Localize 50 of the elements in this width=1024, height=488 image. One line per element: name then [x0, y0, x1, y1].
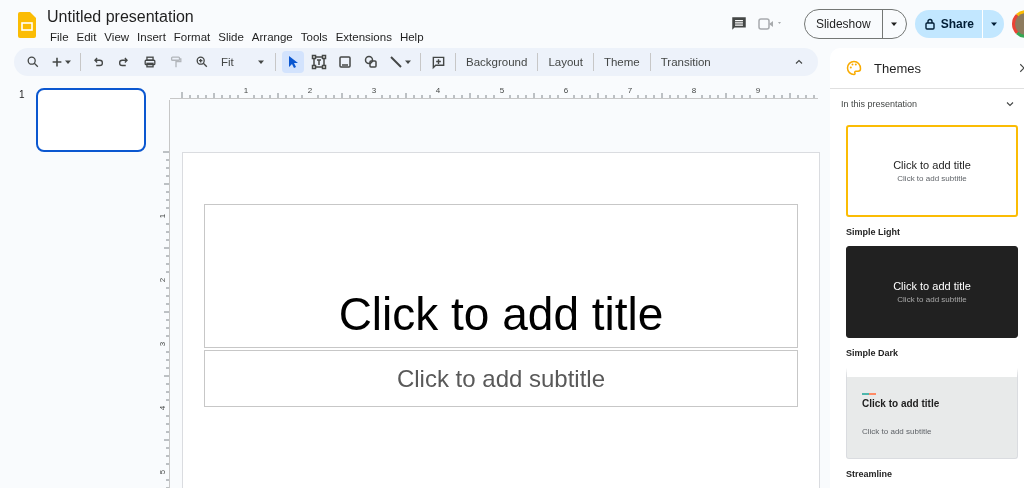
theme-name: Simple Dark [846, 348, 900, 358]
ruler-number: 9 [755, 86, 761, 95]
ruler-number: 3 [371, 86, 377, 95]
menu-item[interactable]: Extensions [331, 28, 396, 46]
ruler-number: 2 [158, 277, 167, 283]
slide-canvas[interactable]: Click to add title Click to add subtitle [182, 152, 820, 488]
ruler-number: 5 [158, 469, 167, 475]
ruler-number: 5 [499, 86, 505, 95]
menu-item[interactable]: Slide [214, 28, 248, 46]
ruler-number: 4 [435, 86, 441, 95]
toolbar-button[interactable]: Transition [656, 56, 715, 68]
toolbar-button[interactable]: Background [462, 56, 532, 68]
toolbar-button[interactable]: Theme [599, 56, 644, 68]
theme-name: Simple Light [846, 227, 901, 237]
ruler-number: 3 [158, 341, 167, 347]
subtitle-placeholder[interactable]: Click to add subtitle [204, 350, 798, 407]
menu-item[interactable]: Tools [296, 28, 332, 46]
menu-item[interactable]: View [100, 28, 134, 46]
thumbnail-title: Click to add title [893, 159, 971, 171]
thumbnail-subtitle: Click to add subtitle [897, 174, 967, 183]
ruler-number: 7 [627, 86, 633, 95]
ruler-number: 1 [243, 86, 249, 95]
thumbnail-subtitle: Click to add subtitle [862, 427, 932, 436]
ruler-number: 6 [563, 86, 569, 95]
document-title[interactable]: Untitled presentation [46, 7, 428, 27]
vertical-ruler[interactable]: 1 2 3 4 5 [155, 100, 170, 488]
menu-item[interactable]: Help [395, 28, 428, 46]
panel-title: Themes [874, 60, 921, 76]
menu-item[interactable]: Edit [72, 28, 101, 46]
ruler-number: 2 [307, 86, 313, 95]
horizontal-ruler[interactable]: 1 2 3 4 5 6 7 8 9 [170, 84, 818, 100]
toolbar-button[interactable]: Layout [544, 56, 587, 68]
ruler-number: 8 [691, 86, 697, 95]
ruler-number: 1 [158, 213, 167, 219]
menu-item[interactable]: Format [169, 28, 215, 46]
slide-number: 1 [19, 89, 25, 100]
theme-thumbnail[interactable]: Click to add title Click to add subtitle [846, 125, 1018, 217]
theme-thumbnail[interactable]: Click to add title Click to add subtitle [846, 367, 1018, 459]
thumbnail-title: Click to add title [893, 280, 971, 292]
menu-item[interactable]: Insert [133, 28, 170, 46]
thumbnail-title: Click to add title [862, 398, 940, 409]
menu-item[interactable]: File [46, 28, 73, 46]
theme-name: Streamline [846, 469, 894, 479]
thumbnail-subtitle: Click to add subtitle [897, 295, 967, 304]
theme-thumbnail[interactable]: Click to add title Click to add subtitle [846, 246, 1018, 338]
ruler-number: 4 [158, 405, 167, 411]
menu-item[interactable]: Arrange [247, 28, 297, 46]
section-label: In this presentation [841, 99, 918, 109]
zoom-select[interactable]: Fit [217, 56, 269, 68]
title-placeholder[interactable]: Click to add title [204, 204, 798, 348]
